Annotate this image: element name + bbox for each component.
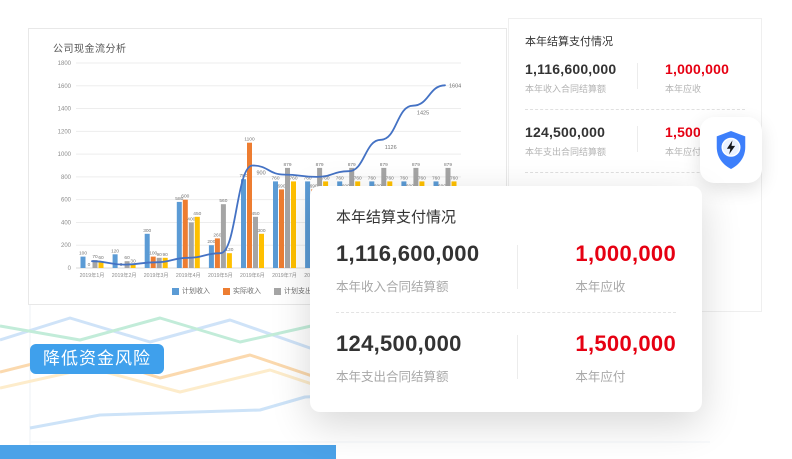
svg-text:760: 760: [289, 175, 297, 181]
expense-settlement-label: 本年支出合同结算额: [525, 145, 637, 158]
svg-text:1800: 1800: [58, 61, 72, 67]
income-settlement-value: 1,116,600,000: [525, 61, 637, 77]
settlement-popup-card: 本年结算支付情况 1,116,600,000 本年收入合同结算额 1,000,0…: [310, 186, 702, 412]
svg-text:900: 900: [257, 171, 266, 177]
summary-row-income: 1,116,600,000 本年收入合同结算额 1,000,000 本年应收: [525, 61, 745, 95]
svg-text:1400: 1400: [58, 107, 72, 113]
income-settlement-label: 本年收入合同结算额: [525, 82, 637, 95]
svg-text:760: 760: [432, 175, 440, 181]
svg-text:760: 760: [418, 175, 426, 181]
svg-text:879: 879: [316, 162, 324, 168]
popup-income-settlement-label: 本年收入合同结算额: [336, 276, 529, 295]
svg-text:400: 400: [61, 220, 72, 226]
svg-text:760: 760: [400, 175, 408, 181]
svg-text:90: 90: [163, 252, 169, 258]
expense-settlement-value: 124,500,000: [525, 124, 637, 140]
divider: [336, 312, 676, 313]
svg-text:200: 200: [207, 239, 215, 245]
svg-text:879: 879: [380, 162, 388, 168]
svg-text:760: 760: [386, 175, 394, 181]
svg-text:450: 450: [251, 211, 259, 217]
svg-text:1604: 1604: [449, 83, 461, 89]
svg-text:260: 260: [213, 232, 221, 238]
svg-text:2019年6月: 2019年6月: [240, 271, 265, 279]
svg-text:600: 600: [181, 194, 189, 200]
divider: [525, 109, 745, 110]
svg-text:200: 200: [61, 243, 72, 249]
receivable-value: 1,000,000: [665, 61, 745, 77]
svg-text:760: 760: [368, 175, 376, 181]
receivable-label: 本年应收: [665, 82, 745, 95]
legend-label: 计划收入: [182, 286, 210, 296]
legend-item: 计划支出: [274, 286, 312, 296]
legend-item: 计划收入: [172, 286, 210, 296]
svg-text:760: 760: [336, 175, 344, 181]
svg-text:2019年5月: 2019年5月: [208, 271, 233, 279]
dashboard-stage: 公司现金流分析 02004006008001000120014001600180…: [0, 0, 792, 459]
svg-text:60: 60: [124, 255, 130, 261]
popup-payable-value: 1,500,000: [575, 331, 676, 357]
svg-text:100: 100: [79, 251, 87, 257]
svg-text:1425: 1425: [417, 111, 429, 117]
legend-label: 计划支出: [284, 286, 312, 296]
svg-text:450: 450: [193, 211, 201, 217]
svg-text:1600: 1600: [58, 84, 72, 90]
svg-text:2019年7月: 2019年7月: [272, 271, 297, 279]
bottom-blue-strip: [0, 445, 336, 459]
legend-label: 实际收入: [233, 286, 261, 296]
svg-text:760: 760: [354, 175, 362, 181]
popup-expense-settlement-label: 本年支出合同结算额: [336, 366, 529, 385]
svg-text:760: 760: [271, 175, 279, 181]
svg-text:760: 760: [450, 175, 458, 181]
summary-panel-title: 本年结算支付情况: [525, 33, 745, 49]
svg-text:879: 879: [348, 162, 356, 168]
popup-receivable-value: 1,000,000: [575, 241, 676, 267]
svg-text:90: 90: [157, 252, 163, 258]
popup-row-expense: 124,500,000 本年支出合同结算额 1,500,000 本年应付: [310, 331, 702, 385]
svg-text:400: 400: [187, 216, 195, 222]
popup-payable-label: 本年应付: [575, 366, 676, 385]
legend-swatch: [274, 288, 281, 295]
svg-text:2019年3月: 2019年3月: [144, 271, 169, 279]
popup-income-settlement-value: 1,116,600,000: [336, 241, 529, 267]
svg-text:879: 879: [283, 162, 291, 168]
svg-text:690: 690: [277, 183, 285, 189]
svg-text:2019年2月: 2019年2月: [112, 271, 137, 279]
popup-row-income: 1,116,600,000 本年收入合同结算额 1,000,000 本年应收: [310, 241, 702, 295]
svg-text:600: 600: [61, 198, 72, 204]
svg-text:879: 879: [412, 162, 420, 168]
risk-reduction-badge: 降低资金风险: [30, 344, 164, 374]
svg-text:60: 60: [98, 255, 104, 261]
svg-text:300: 300: [257, 228, 265, 234]
svg-text:1126: 1126: [385, 145, 397, 151]
legend-swatch: [223, 288, 230, 295]
svg-text:0: 0: [68, 266, 72, 272]
svg-text:879: 879: [444, 162, 452, 168]
popup-title: 本年结算支付情况: [310, 206, 702, 227]
shield-lightning-icon: [712, 129, 750, 171]
svg-text:70: 70: [92, 254, 98, 260]
legend-item: 实际收入: [223, 286, 261, 296]
svg-text:120: 120: [111, 248, 119, 254]
popup-expense-settlement-value: 124,500,000: [336, 331, 529, 357]
svg-text:1100: 1100: [244, 137, 255, 143]
svg-text:0: 0: [88, 262, 91, 268]
svg-text:1200: 1200: [58, 129, 72, 135]
svg-text:300: 300: [143, 228, 151, 234]
svg-text:560: 560: [219, 198, 227, 204]
svg-text:2019年1月: 2019年1月: [80, 271, 105, 279]
legend-swatch: [172, 288, 179, 295]
security-shield-card: [700, 117, 762, 183]
svg-text:2019年4月: 2019年4月: [176, 271, 201, 279]
svg-text:800: 800: [61, 175, 72, 181]
popup-receivable-label: 本年应收: [575, 276, 676, 295]
svg-text:1000: 1000: [58, 152, 72, 158]
